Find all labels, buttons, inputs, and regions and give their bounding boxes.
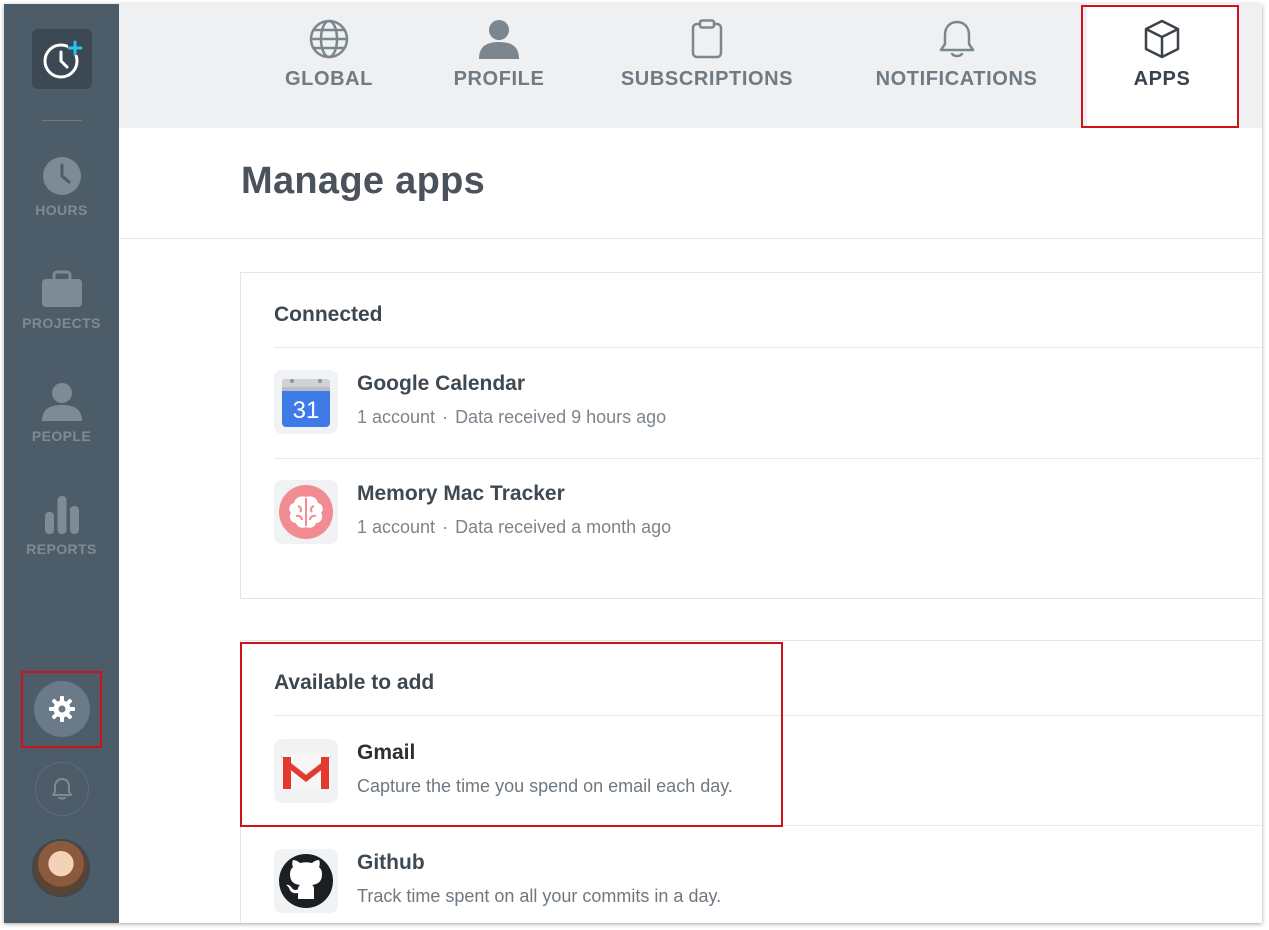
app-meta: 1 account · Data received a month ago <box>357 517 671 538</box>
row-divider <box>274 458 1262 459</box>
account-count: 1 account <box>357 517 436 537</box>
github-icon <box>274 849 338 913</box>
connected-apps-card: Connected 31 Google Calendar 1 account · D… <box>240 272 1262 599</box>
meta-separator: · <box>442 517 449 537</box>
section-divider <box>274 715 1262 716</box>
app-name: Memory Mac Tracker <box>357 482 565 505</box>
sidebar-item-label: HOURS <box>35 202 88 218</box>
briefcase-icon <box>40 267 84 311</box>
bar-chart-icon <box>40 493 84 537</box>
app-row-github[interactable]: Github Track time spent on all your comm… <box>274 849 1262 919</box>
bell-icon <box>937 18 977 60</box>
sidebar-item-label: PEOPLE <box>31 428 92 444</box>
app-meta: 1 account · Data received 9 hours ago <box>357 407 666 428</box>
notifications-button[interactable] <box>35 762 89 816</box>
main-content: Manage apps Connected 31 Google Calendar… <box>119 128 1262 923</box>
user-avatar[interactable] <box>32 839 90 897</box>
row-divider <box>274 825 1262 826</box>
sidebar-item-label: PROJECTS <box>22 315 101 331</box>
app-row-gmail[interactable]: Gmail Capture the time you spend on emai… <box>274 739 1262 809</box>
page-title: Manage apps <box>241 160 486 202</box>
gear-icon <box>49 696 75 722</box>
tab-profile[interactable]: PROFILE <box>429 4 569 128</box>
person-icon <box>478 18 520 60</box>
clock-plus-icon <box>43 40 83 79</box>
settings-tabs: GLOBAL PROFILE SUBSCRIPTIONS NOTIFICATIO… <box>119 4 1262 128</box>
tab-label: PROFILE <box>453 68 545 90</box>
tab-label: SUBSCRIPTIONS <box>620 68 794 90</box>
meta-separator: · <box>442 407 449 427</box>
google-calendar-icon: 31 <box>274 370 338 434</box>
sidebar: HOURS PROJECTS PEOPLE REPORTS <box>4 4 119 923</box>
sidebar-item-hours[interactable]: HOURS <box>4 154 119 244</box>
tab-subscriptions[interactable]: SUBSCRIPTIONS <box>607 4 807 128</box>
app-name: Github <box>357 851 425 874</box>
available-heading: Available to add <box>274 671 435 694</box>
available-apps-card: Available to add Gmail Capture the time … <box>240 640 1262 923</box>
sidebar-item-projects[interactable]: PROJECTS <box>4 267 119 357</box>
connected-heading: Connected <box>274 303 383 326</box>
tab-global[interactable]: GLOBAL <box>259 4 399 128</box>
title-divider <box>119 238 1262 239</box>
app-window: HOURS PROJECTS PEOPLE REPORTS GLOBAL PRO… <box>4 4 1262 923</box>
sidebar-item-people[interactable]: PEOPLE <box>4 380 119 470</box>
tab-label: GLOBAL <box>284 68 374 90</box>
clock-icon <box>40 154 84 198</box>
tab-apps[interactable]: APPS <box>1087 4 1237 128</box>
app-row-memory-mac-tracker[interactable]: Memory Mac Tracker 1 account · Data receiv… <box>274 480 1262 550</box>
tab-label: APPS <box>1133 68 1191 90</box>
app-name: Google Calendar <box>357 372 526 395</box>
app-description: Track time spent on all your commits in … <box>357 886 722 906</box>
sidebar-item-label: REPORTS <box>26 541 97 557</box>
bell-icon <box>52 778 72 800</box>
data-received: Data received a month ago <box>455 517 672 537</box>
settings-button[interactable] <box>34 681 90 737</box>
sidebar-item-reports[interactable]: REPORTS <box>4 493 119 583</box>
brain-icon <box>274 480 338 544</box>
person-icon <box>40 380 84 424</box>
tab-notifications[interactable]: NOTIFICATIONS <box>859 4 1054 128</box>
app-name: Gmail <box>357 741 416 764</box>
cube-icon <box>1143 18 1181 60</box>
svg-text:31: 31 <box>293 397 320 424</box>
sidebar-divider <box>42 120 82 121</box>
app-row-google-calendar[interactable]: 31 Google Calendar 1 account · Data receiv… <box>274 370 1262 440</box>
app-description: Capture the time you spend on email each… <box>357 776 733 796</box>
data-received: Data received 9 hours ago <box>455 407 667 427</box>
section-divider <box>274 347 1262 348</box>
account-count: 1 account <box>357 407 436 427</box>
clipboard-icon <box>690 18 724 60</box>
globe-icon <box>309 18 349 60</box>
tab-label: NOTIFICATIONS <box>875 68 1038 90</box>
app-logo[interactable] <box>32 29 92 89</box>
gmail-icon <box>274 739 338 803</box>
